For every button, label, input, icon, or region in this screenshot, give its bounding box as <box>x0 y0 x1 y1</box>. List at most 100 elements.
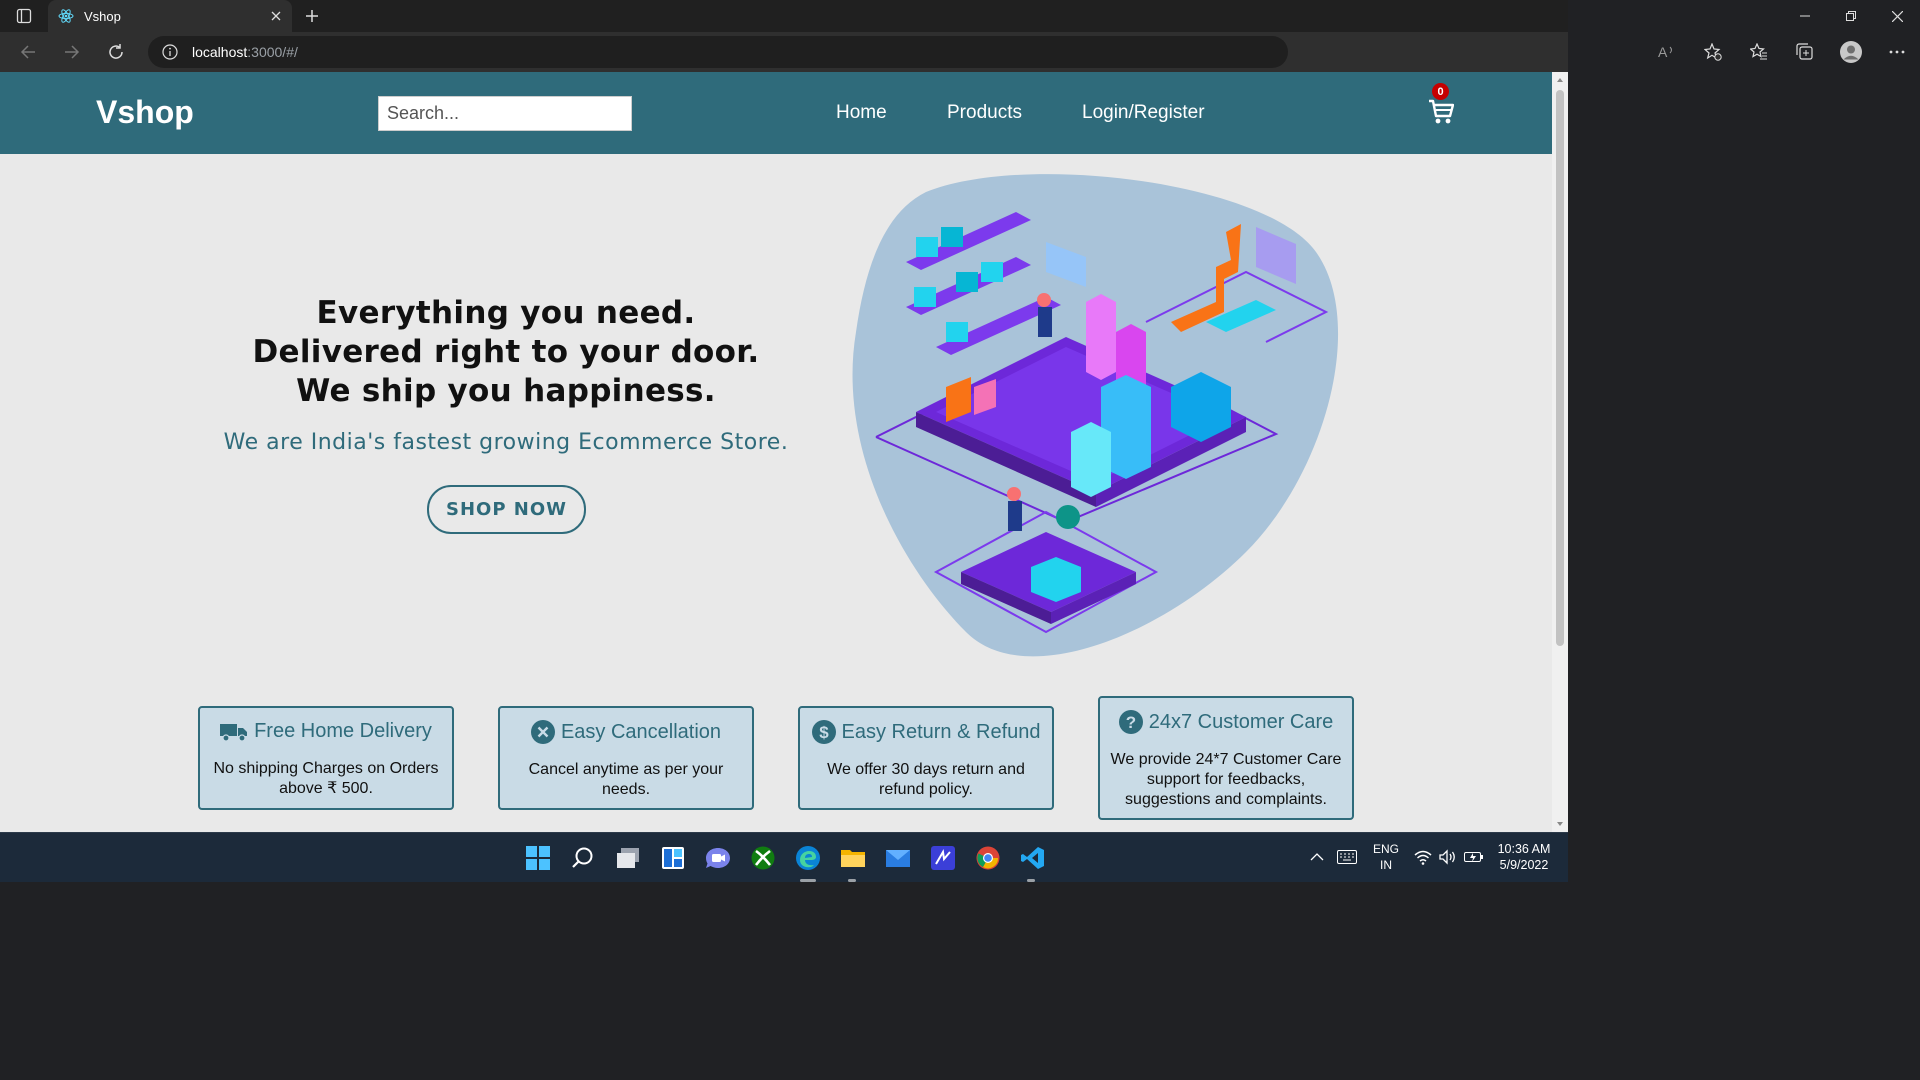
cart-count-badge: 0 <box>1432 83 1449 100</box>
keyboard-icon[interactable] <box>1337 850 1357 864</box>
browser-tab[interactable]: Vshop <box>48 0 292 32</box>
hero-subtitle: We are India's fastest growing Ecommerce… <box>223 430 789 455</box>
site-header: Vshop Home Products Login/Register 0 <box>0 72 1552 154</box>
mail-button[interactable] <box>882 842 914 874</box>
svg-text:A: A <box>1658 44 1668 60</box>
feature-title: 24x7 Customer Care <box>1148 710 1334 733</box>
read-aloud-button[interactable]: A <box>1644 32 1690 72</box>
feature-description: No shipping Charges on Orders above ₹ 50… <box>213 760 439 797</box>
cart-icon[interactable] <box>1428 98 1454 126</box>
windows-start-icon <box>526 846 550 870</box>
favorites-button[interactable] <box>1736 32 1782 72</box>
file-explorer-button[interactable] <box>837 842 869 874</box>
active-app-indicator <box>800 879 816 882</box>
read-aloud-icon: A <box>1658 44 1672 60</box>
close-window-button[interactable] <box>1874 0 1920 32</box>
feature-card-delivery: Free Home Delivery No shipping Charges o… <box>198 706 454 810</box>
minimize-icon <box>1800 15 1810 17</box>
clock-time: 10:36 AM <box>1497 842 1551 856</box>
address-bar[interactable]: localhost:3000/#/ <box>148 36 1288 68</box>
close-icon <box>1891 10 1903 22</box>
region-label: IN <box>1380 858 1392 872</box>
chrome-icon <box>976 846 1000 870</box>
mail-icon <box>886 850 910 867</box>
info-icon <box>162 44 178 60</box>
new-tab-button[interactable] <box>300 4 324 28</box>
open-app-indicator <box>848 879 856 882</box>
react-favicon-icon <box>58 9 74 23</box>
tab-title: Vshop <box>84 8 121 24</box>
language-indicator[interactable]: ENG IN <box>1370 841 1402 873</box>
shop-now-button[interactable]: SHOP NOW <box>427 485 586 534</box>
hero-title: Everything you need. Delivered right to … <box>252 295 760 409</box>
url-host: localhost <box>192 44 248 60</box>
favorites-icon <box>1750 43 1767 60</box>
chrome-browser-button[interactable] <box>972 842 1004 874</box>
scroll-up-icon[interactable] <box>1552 74 1568 86</box>
collections-button[interactable] <box>1782 32 1828 72</box>
chevron-up-icon[interactable] <box>1310 852 1324 862</box>
battery-icon[interactable] <box>1464 850 1484 864</box>
star-plus-icon <box>1704 43 1722 61</box>
arrow-right-icon <box>65 45 80 59</box>
vscode-button[interactable] <box>1017 842 1049 874</box>
restore-button[interactable] <box>1828 0 1874 32</box>
svg-text:$: $ <box>819 723 829 742</box>
close-tab-icon[interactable] <box>270 10 282 22</box>
minimize-button[interactable] <box>1782 0 1828 32</box>
feature-description: Cancel anytime as per your needs. <box>528 761 724 798</box>
restore-icon <box>1846 11 1856 21</box>
refresh-button[interactable] <box>94 32 138 72</box>
folder-icon <box>841 850 865 867</box>
clock[interactable]: 10:36 AM 5/9/2022 <box>1492 841 1556 873</box>
xbox-app-button[interactable] <box>747 842 779 874</box>
arrow-left-icon <box>20 45 35 59</box>
xbox-icon <box>751 846 775 870</box>
tab-actions-icon[interactable] <box>0 0 48 32</box>
task-view-button[interactable] <box>612 842 644 874</box>
forward-button[interactable] <box>50 32 94 72</box>
taskbar-search[interactable] <box>567 842 599 874</box>
settings-more-button[interactable] <box>1874 32 1920 72</box>
start-button[interactable] <box>522 842 554 874</box>
more-icon <box>1889 50 1905 54</box>
widgets-icon <box>662 847 684 869</box>
url-path: :3000/#/ <box>247 44 298 60</box>
widgets-button[interactable] <box>657 842 689 874</box>
feature-card-refund: $ Easy Return & Refund We offer 30 days … <box>798 706 1054 810</box>
question-circle-icon: ? <box>1118 710 1143 734</box>
page-scrollbar[interactable] <box>1552 72 1568 832</box>
volume-icon[interactable] <box>1439 849 1457 865</box>
window-controls <box>1782 0 1920 32</box>
chat-icon <box>706 848 730 868</box>
language-label: ENG <box>1372 842 1399 856</box>
scrollbar-thumb[interactable] <box>1556 90 1564 646</box>
plus-icon <box>306 10 318 22</box>
feature-description: We offer 30 days return and refund polic… <box>827 761 1025 798</box>
back-button[interactable] <box>6 32 50 72</box>
site-logo[interactable]: Vshop <box>96 94 194 131</box>
editor-app-button[interactable] <box>927 842 959 874</box>
search-input[interactable] <box>378 96 632 131</box>
nav-login-register[interactable]: Login/Register <box>1082 102 1205 124</box>
nav-products[interactable]: Products <box>947 102 1022 124</box>
teams-chat-button[interactable] <box>702 842 734 874</box>
task-view-icon <box>617 848 639 868</box>
vscode-icon <box>1021 847 1044 869</box>
scroll-down-icon[interactable] <box>1552 818 1568 830</box>
editor-app-icon <box>931 846 955 870</box>
profile-button[interactable] <box>1828 32 1874 72</box>
x-circle-icon <box>530 720 555 744</box>
wifi-icon[interactable] <box>1414 849 1432 865</box>
feature-card-cancellation: Easy Cancellation Cancel anytime as per … <box>498 706 754 810</box>
search-icon <box>572 847 593 868</box>
feature-description: We provide 24*7 Customer Care support fo… <box>1110 751 1342 808</box>
windows-taskbar: ENG IN 10:36 AM 5/9/2022 <box>0 832 1568 882</box>
feature-title: Easy Cancellation <box>560 720 722 743</box>
hero-illustration <box>852 174 1339 657</box>
nav-home[interactable]: Home <box>836 102 887 124</box>
edge-browser-button[interactable] <box>792 842 824 874</box>
clock-date: 5/9/2022 <box>1499 858 1549 872</box>
add-favorite-button[interactable] <box>1690 32 1736 72</box>
page-viewport: Vshop Home Products Login/Register 0 Eve… <box>0 72 1552 832</box>
